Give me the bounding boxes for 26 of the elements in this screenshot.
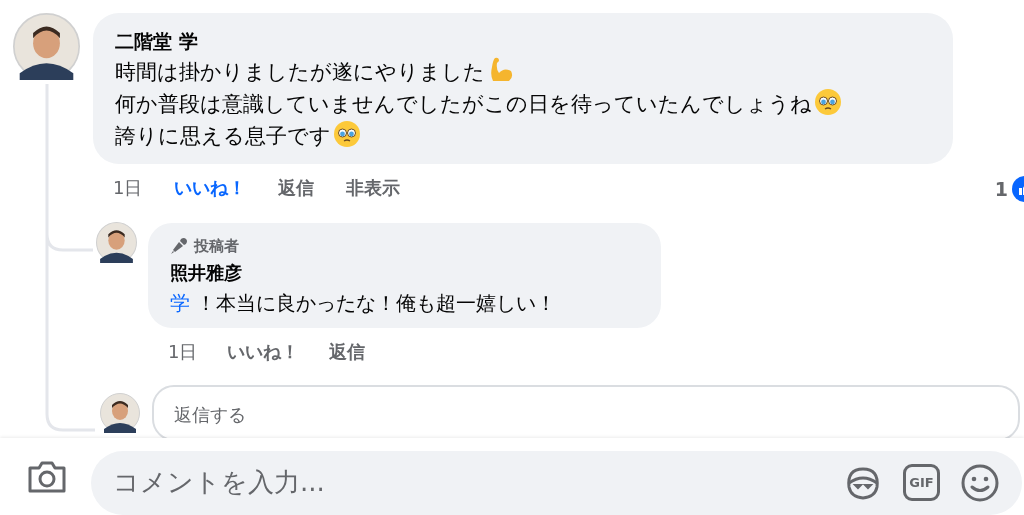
reply-text: ！本当に良かったな！俺も超一嬉しい！ (196, 290, 556, 315)
reply-link[interactable]: 返信 (278, 174, 315, 201)
like-link[interactable]: いいね！ (174, 174, 247, 201)
comment-text: 誇りに思える息子です (115, 120, 931, 152)
teary-face-icon (333, 120, 361, 148)
reply-link[interactable]: 返信 (329, 337, 366, 365)
like-link[interactable]: いいね！ (227, 337, 300, 365)
avatar[interactable] (13, 13, 80, 80)
comment-text: 時間は掛かりましたが遂にやりました (115, 55, 931, 88)
avatar[interactable] (100, 392, 140, 433)
comment-text: 何か普段は意識していませんでしたがこの日を待っていたんでしょうね (115, 88, 931, 120)
mention-link[interactable]: 学 (170, 290, 190, 315)
time-label: 1日 (113, 176, 143, 200)
avatar[interactable] (96, 222, 137, 263)
emoji-icon[interactable] (960, 462, 1000, 503)
teary-face-icon (814, 88, 842, 116)
microphone-icon (170, 237, 188, 256)
time-label: 1日 (168, 339, 198, 364)
comment-placeholder: コメントを入力... (113, 466, 326, 499)
author-role-label: 投稿者 (194, 236, 239, 257)
gif-button[interactable]: GIF (903, 464, 940, 501)
comment-field[interactable]: コメントを入力... GIF (91, 450, 1022, 515)
author-name[interactable]: 二階堂 学 (115, 27, 931, 55)
author-name[interactable]: 照井雅彦 (170, 257, 639, 288)
hide-link[interactable]: 非表示 (346, 174, 401, 201)
like-count: 1 (994, 177, 1008, 202)
